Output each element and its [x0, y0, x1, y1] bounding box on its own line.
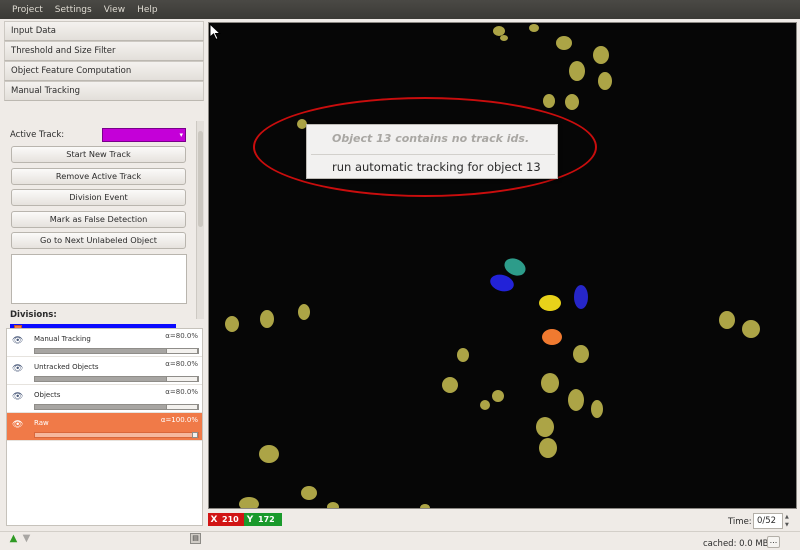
layer-row-objects[interactable]: 👁 Objects α=80.0%	[7, 385, 202, 413]
x-axis-label: X	[210, 514, 218, 525]
layer-alpha: α=80.0%	[165, 360, 198, 368]
eye-icon[interactable]: 👁	[12, 392, 23, 402]
layer-alpha: α=80.0%	[165, 332, 198, 340]
slider-handle[interactable]	[166, 404, 198, 410]
menu-settings[interactable]: Settings	[49, 5, 98, 15]
y-value: 172	[258, 515, 275, 524]
context-menu-disabled-item: Object 13 contains no track ids.	[332, 132, 530, 145]
layer-alpha: α=100.0%	[160, 416, 198, 424]
time-spinbox[interactable]: 0/52	[753, 513, 783, 529]
active-track-label: Active Track:	[10, 130, 65, 140]
start-new-track-button[interactable]: Start New Track	[11, 146, 186, 163]
layer-row-untracked-objects[interactable]: 👁 Untracked Objects α=80.0%	[7, 357, 202, 385]
app-window: Input Data Threshold and Size Filter Obj…	[0, 19, 800, 550]
run-automatic-tracking-item[interactable]: run automatic tracking for object 13	[332, 160, 541, 174]
eye-icon[interactable]: 👁	[12, 364, 23, 374]
context-menu: Object 13 contains no track ids. run aut…	[306, 124, 558, 179]
slider-handle[interactable]	[166, 376, 198, 382]
mark-false-detection-button[interactable]: Mark as False Detection	[11, 210, 186, 228]
opacity-slider[interactable]	[34, 376, 199, 382]
image-viewer[interactable]: Object 13 contains no track ids. run aut…	[208, 22, 797, 509]
layer-alpha: α=80.0%	[165, 388, 198, 396]
divisions-label: Divisions:	[10, 309, 57, 320]
layer-list: 👁 Manual Tracking α=80.0% 👁 Untracked Ob…	[6, 328, 203, 526]
opacity-slider[interactable]	[34, 404, 199, 410]
mouse-cursor-icon	[209, 23, 222, 41]
chevron-down-icon: ▾	[179, 131, 183, 139]
y-axis-label: Y	[246, 514, 254, 525]
menu-project[interactable]: Project	[6, 5, 49, 15]
layer-row-manual-tracking[interactable]: 👁 Manual Tracking α=80.0%	[7, 329, 202, 357]
context-menu-separator	[311, 154, 555, 155]
more-button[interactable]: ...	[767, 536, 780, 548]
eye-icon[interactable]: 👁	[12, 420, 23, 430]
layer-name: Objects	[34, 391, 61, 399]
layer-name: Untracked Objects	[34, 363, 99, 371]
y-coordinate[interactable]: Y 172	[244, 513, 282, 526]
opacity-slider[interactable]	[34, 348, 199, 354]
active-track-select[interactable]: ▾	[102, 128, 186, 142]
spin-arrows-icon[interactable]: ▲ ▼	[785, 513, 789, 529]
cell-image	[225, 24, 760, 508]
time-label: Time:	[728, 517, 752, 527]
section-threshold[interactable]: Threshold and Size Filter	[4, 41, 204, 61]
applet-drawer: Input Data Threshold and Size Filter Obj…	[4, 21, 204, 334]
section-manual-tracking[interactable]: Manual Tracking	[4, 81, 204, 101]
slider-handle[interactable]	[166, 348, 198, 354]
eye-icon[interactable]: 👁	[12, 336, 23, 346]
next-unlabeled-object-button[interactable]: Go to Next Unlabeled Object	[11, 232, 186, 249]
track-info-textarea[interactable]	[11, 253, 187, 304]
manual-tracking-panel: Active Track: ▾ Start New Track Remove A…	[4, 121, 197, 334]
menubar: Project Settings View Help	[0, 0, 800, 19]
layer-name: Raw	[34, 419, 49, 427]
panel-scrollbar[interactable]	[196, 121, 204, 319]
division-event-button[interactable]: Division Event	[11, 189, 186, 206]
x-coordinate[interactable]: X 210	[208, 513, 244, 526]
status-bar: cached: 0.0 MB ...	[0, 531, 800, 550]
opacity-slider[interactable]	[34, 432, 199, 438]
x-value: 210	[222, 515, 239, 524]
cache-status: cached: 0.0 MB	[703, 539, 769, 549]
scrollbar-thumb[interactable]	[198, 131, 203, 227]
layer-row-raw[interactable]: 👁 Raw α=100.0%	[7, 413, 202, 441]
section-object-features[interactable]: Object Feature Computation	[4, 61, 204, 81]
remove-active-track-button[interactable]: Remove Active Track	[11, 167, 186, 185]
layer-name: Manual Tracking	[34, 335, 91, 343]
slider-handle[interactable]	[192, 432, 198, 438]
active-track-row: Active Track: ▾	[10, 127, 191, 143]
section-input-data[interactable]: Input Data	[4, 21, 204, 41]
menu-help[interactable]: Help	[131, 5, 164, 15]
menu-view[interactable]: View	[98, 5, 131, 15]
